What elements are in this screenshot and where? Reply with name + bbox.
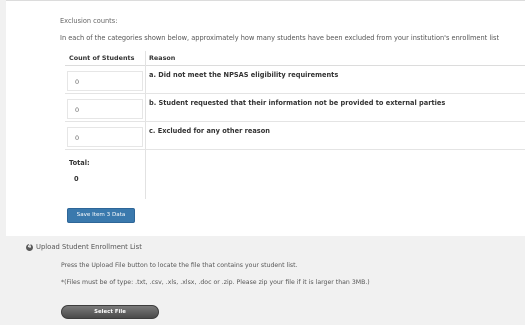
table-row: 0 b. Student requested that their inform… <box>65 94 525 122</box>
upload-section-title: Upload Student Enrollment List <box>36 243 142 251</box>
reason-label-c: c. Excluded for any other reason <box>149 127 270 135</box>
total-value: 0 <box>74 175 79 183</box>
step-number-icon: 4 <box>26 244 33 251</box>
exclusion-panel: Exclusion counts: In each of the categor… <box>6 0 525 236</box>
reason-column-header: Reason <box>149 54 176 62</box>
reason-label-b: b. Student requested that their informat… <box>149 99 446 107</box>
table-row: 0 a. Did not meet the NPSAS eligibility … <box>65 66 525 94</box>
count-column-header: Count of Students <box>69 54 135 62</box>
file-type-note: *(Files must be of type: .txt, .csv, .xl… <box>61 279 370 286</box>
total-label: Total: <box>69 159 90 167</box>
count-input-b[interactable]: 0 <box>67 99 143 119</box>
count-input-c[interactable]: 0 <box>67 127 143 147</box>
select-file-button[interactable]: Select File <box>61 305 159 319</box>
table-header: Count of Students Reason <box>65 51 525 66</box>
upload-instructions: Press the Upload File button to locate t… <box>61 262 298 269</box>
save-item-3-button[interactable]: Save Item 3 Data <box>67 208 135 223</box>
reason-label-a: a. Did not meet the NPSAS eligibility re… <box>149 71 339 79</box>
count-input-a[interactable]: 0 <box>67 71 143 91</box>
exclusion-description: In each of the categories shown below, a… <box>60 34 500 42</box>
exclusion-table: Count of Students Reason 0 a. Did not me… <box>65 51 525 199</box>
table-row: 0 c. Excluded for any other reason <box>65 122 525 150</box>
exclusion-title: Exclusion counts: <box>60 17 118 25</box>
